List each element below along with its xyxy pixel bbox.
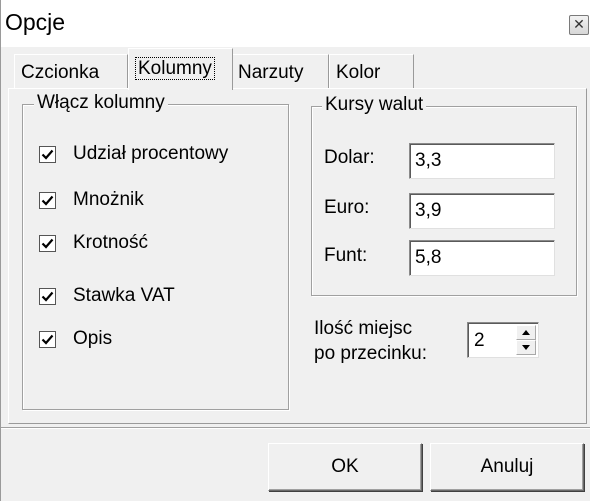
checkbox-box[interactable] [39, 287, 56, 305]
dolar-label: Dolar: [324, 147, 375, 168]
tab-label: Kolumny [135, 57, 215, 80]
window-title: Opcje [5, 9, 66, 35]
funt-input[interactable]: 5,8 [409, 240, 555, 276]
funt-value: 5,8 [415, 247, 442, 268]
options-dialog: Opcje ✕ Czcionka Narzuty Kolor Kolumny W… [0, 0, 590, 501]
checkbox-box[interactable] [39, 191, 56, 209]
checkbox-box[interactable] [39, 145, 56, 163]
checkbox-opis[interactable]: Opis [39, 327, 112, 351]
arrow-up-icon [522, 330, 530, 335]
spinner-buttons [516, 325, 536, 355]
euro-label: Euro: [324, 197, 370, 218]
checkbox-stawka-vat[interactable]: Stawka VAT [39, 284, 175, 308]
tab-narzuty[interactable]: Narzuty [231, 54, 329, 88]
ok-button[interactable]: OK [268, 443, 422, 491]
decimals-spinner[interactable]: 2 [467, 322, 539, 358]
checkbox-box[interactable] [39, 234, 56, 252]
checkmark-icon [41, 238, 54, 249]
spin-up-button[interactable] [516, 325, 536, 340]
tab-label: Narzuty [238, 62, 304, 83]
tab-kolor[interactable]: Kolor [329, 54, 414, 88]
checkbox-mnoznik[interactable]: Mnożnik [39, 188, 144, 212]
checkbox-label: Mnożnik [73, 189, 144, 210]
ok-button-label: OK [331, 456, 359, 477]
checkbox-krotnosc[interactable]: Krotność [39, 231, 148, 255]
dolar-input[interactable]: 3,3 [409, 143, 555, 179]
decimals-value: 2 [474, 330, 485, 351]
decimals-label-line1: Ilość miejsc [314, 318, 413, 339]
checkbox-label: Stawka VAT [73, 285, 175, 306]
checkbox-label: Krotność [73, 232, 148, 253]
footer-divider [1, 427, 590, 429]
tab-kolumny[interactable]: Kolumny [128, 48, 233, 90]
checkmark-icon [41, 195, 54, 206]
checkmark-icon [41, 149, 54, 160]
tab-label: Czcionka [21, 62, 100, 83]
checkbox-box[interactable] [39, 330, 56, 348]
checkmark-icon [41, 291, 54, 302]
euro-input[interactable]: 3,9 [409, 193, 555, 229]
close-icon: ✕ [573, 16, 585, 32]
checkbox-label: Opis [73, 328, 113, 349]
columns-group-title: Włącz kolumny [34, 92, 168, 114]
spin-down-button[interactable] [516, 340, 536, 355]
tab-label: Kolor [336, 62, 381, 83]
cancel-button[interactable]: Anuluj [430, 443, 584, 491]
tab-czcionka[interactable]: Czcionka [14, 54, 128, 88]
arrow-down-icon [522, 345, 530, 350]
euro-value: 3,9 [415, 200, 442, 221]
cancel-button-label: Anuluj [480, 456, 534, 477]
checkbox-udzial-procentowy[interactable]: Udział procentowy [39, 142, 228, 166]
checkbox-label: Udział procentowy [73, 143, 229, 164]
close-button[interactable]: ✕ [569, 15, 589, 35]
funt-label: Funt: [324, 245, 368, 266]
decimals-label-line2: po przecinku: [314, 343, 428, 364]
dolar-value: 3,3 [415, 150, 442, 171]
rates-group-title: Kursy walut [322, 94, 427, 116]
checkmark-icon [41, 334, 54, 345]
title-bar[interactable]: Opcje ✕ [1, 0, 590, 47]
